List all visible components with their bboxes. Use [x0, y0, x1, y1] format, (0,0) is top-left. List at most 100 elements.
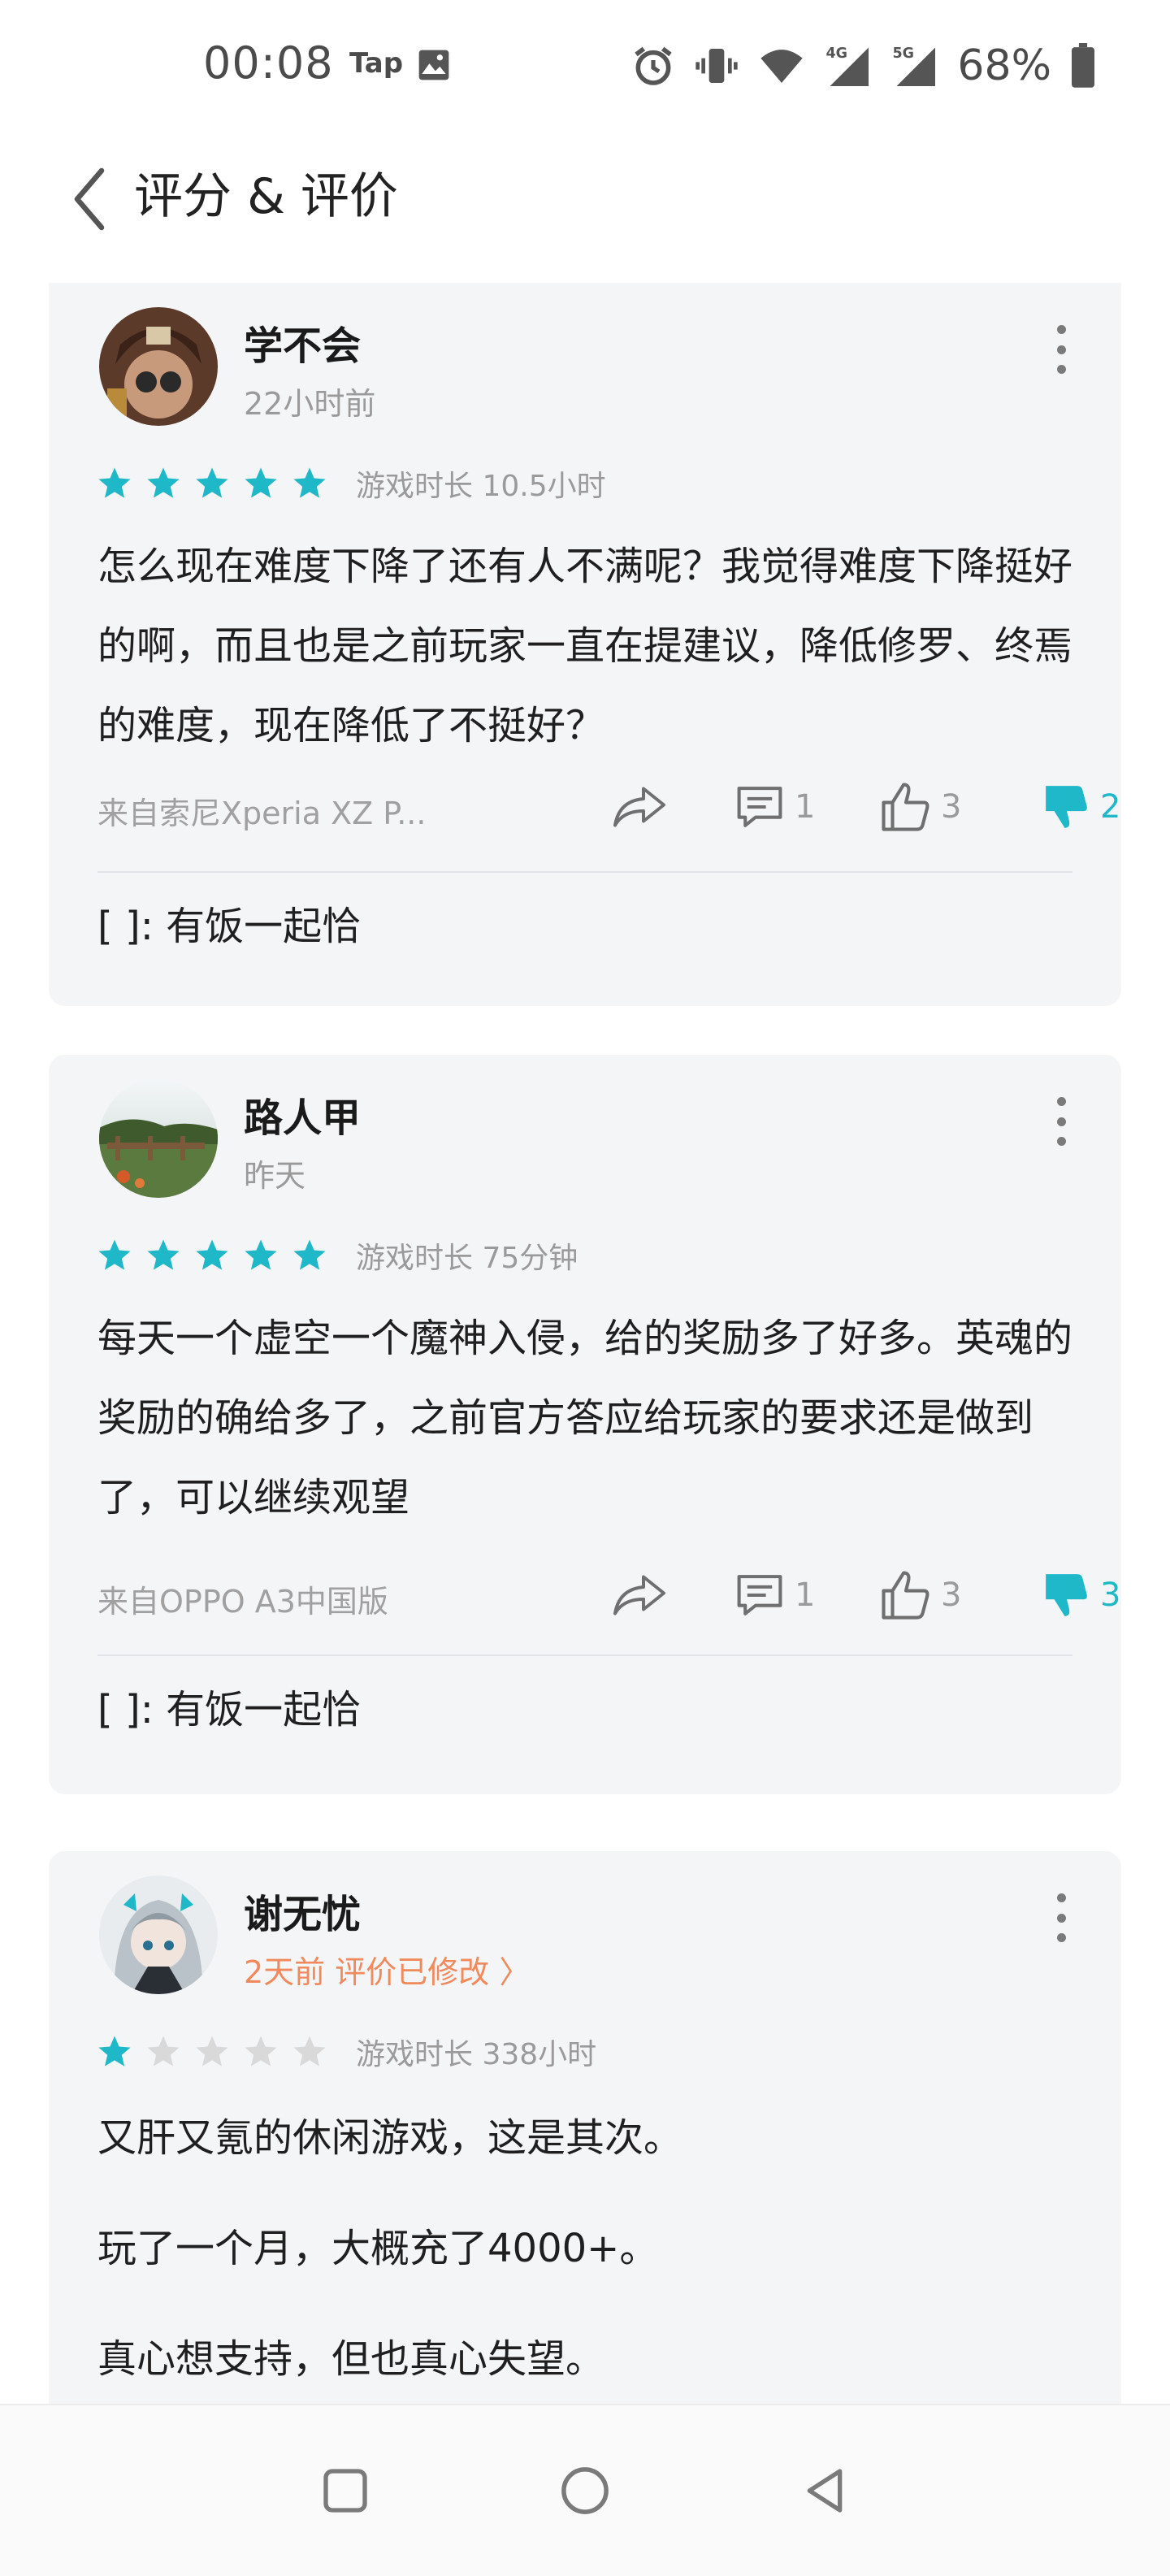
star-empty-icon: [147, 2036, 180, 2066]
thumbs-down-icon: [1046, 786, 1087, 828]
review-text: 每天一个虚空一个魔神入侵，给的奖励多了好多。英魂的奖励的确给多了，之前官方答应给…: [98, 1299, 1072, 1537]
play-time: 游戏时长 10.5小时: [356, 470, 606, 503]
star-rating: 游戏时长 75分钟: [96, 1235, 578, 1276]
dislike-button[interactable]: 2: [1042, 778, 1120, 835]
star-filled-icon: [98, 467, 131, 498]
svg-text:5G: 5G: [893, 46, 915, 62]
signal-5g-icon: 5G: [893, 46, 936, 86]
action-row: 来自OPPO A3中国版 1 3 3: [98, 1559, 1120, 1632]
comment-count: 1: [795, 788, 816, 826]
more-dot: [1056, 325, 1066, 334]
reply-text: : 有饭一起恰: [140, 1687, 362, 1733]
share-icon: [613, 787, 665, 827]
comment-icon: [737, 1575, 782, 1615]
star-filled-icon: [98, 2036, 131, 2066]
share-icon: [613, 1575, 665, 1615]
star-filled-icon: [245, 1239, 277, 1270]
divider: [98, 871, 1072, 873]
reply-author: [ ]: [98, 904, 141, 949]
review-card: 谢无忧 2天前 评价已修改 〉 游戏时长 338小时 又肝又氪的休闲游戏，这是其…: [49, 1851, 1121, 2405]
review-paragraph: 真心想支持，但也真心失望。: [98, 2336, 605, 2382]
review-paragraph: 怎么现在难度下降了还有人不满呢？我觉得难度下降挺好的啊，而且也是之前玩家一直在提…: [98, 544, 1073, 748]
star-filled-icon: [98, 1239, 131, 1270]
svg-text:4G: 4G: [826, 46, 848, 62]
more-dot: [1056, 345, 1066, 354]
play-time: 游戏时长 338小时: [356, 2038, 597, 2071]
action-row: 来自索尼Xperia XZ P... 1 3 2: [98, 770, 1120, 843]
star-rating: 游戏时长 10.5小时: [96, 463, 606, 504]
reply-text: : 有饭一起恰: [140, 904, 362, 949]
vibrate-icon: [696, 49, 739, 83]
back-button[interactable]: [57, 163, 122, 236]
review-paragraph: 玩了一个月，大概充了4000+。: [98, 2226, 659, 2271]
home-button[interactable]: [548, 2454, 622, 2527]
status-time: 00:08: [203, 37, 334, 89]
star-rating: 游戏时长 338小时: [96, 2032, 596, 2072]
comment-button[interactable]: 1: [733, 778, 815, 835]
review-list[interactable]: 学不会 22小时前 游戏时长 10.5小时 怎么现在难度下降了还有人不满呢？我觉…: [0, 268, 1170, 2405]
app-header: 评分 & 评价: [0, 130, 1170, 268]
post-time: 昨天: [244, 1158, 306, 1194]
star-empty-icon: [293, 2036, 326, 2066]
thumbs-up-icon: [882, 1571, 930, 1620]
share-button[interactable]: [611, 778, 668, 835]
like-button[interactable]: 3: [879, 1567, 961, 1624]
thumbs-down-icon: [1046, 1574, 1087, 1616]
review-text: 又肝又氪的休闲游戏，这是其次。 玩了一个月，大概充了4000+。 真心想支持，但…: [98, 2110, 1072, 2387]
home-icon: [561, 2467, 609, 2514]
star-filled-icon: [245, 467, 277, 498]
like-button[interactable]: 3: [879, 778, 961, 835]
device-label: 来自索尼Xperia XZ P...: [98, 796, 427, 831]
dislike-button[interactable]: 3: [1042, 1567, 1120, 1624]
wifi-icon: [760, 50, 804, 83]
status-bar: 00:08 Tap 4G 5G 68%: [0, 0, 1170, 130]
user-name[interactable]: 谢无忧: [244, 1882, 361, 1939]
dislike-count: 2: [1100, 788, 1121, 826]
recents-button[interactable]: [309, 2454, 382, 2527]
image-icon: [418, 50, 449, 80]
avatar[interactable]: [99, 1079, 218, 1198]
system-nav-bar: [0, 2404, 1170, 2576]
star-filled-icon: [147, 1239, 180, 1270]
signal-4g-icon: 4G: [826, 46, 869, 86]
more-dot: [1056, 365, 1066, 374]
status-icons: 4G 5G 68%: [630, 37, 1097, 94]
thumbs-up-icon: [882, 783, 930, 831]
user-name[interactable]: 路人甲: [244, 1086, 361, 1143]
review-card: 路人甲 昨天 游戏时长 75分钟 每天一个虚空一个魔神入侵，给的奖励多了好多。英…: [49, 1055, 1121, 1794]
review-paragraph: 又肝又氪的休闲游戏，这是其次。: [98, 2115, 683, 2161]
more-dot: [1056, 1913, 1066, 1923]
device-label: 来自OPPO A3中国版: [98, 1584, 388, 1620]
tap-app-indicator: Tap: [349, 47, 404, 80]
avatar[interactable]: [99, 307, 218, 426]
post-time-edited-link[interactable]: 2天前 评价已修改 〉: [244, 1947, 530, 1992]
reply-preview[interactable]: [ ]: 有饭一起恰: [98, 894, 361, 951]
share-button[interactable]: [611, 1567, 668, 1624]
more-options-button[interactable]: [1045, 1893, 1077, 1942]
divider: [98, 1654, 1072, 1656]
star-filled-icon: [196, 467, 228, 498]
recents-icon: [323, 2469, 367, 2513]
more-dot: [1056, 1117, 1066, 1126]
page-title: 评分 & 评价: [134, 168, 398, 225]
more-options-button[interactable]: [1045, 325, 1077, 374]
comment-button[interactable]: 1: [733, 1567, 815, 1624]
like-count: 3: [941, 788, 962, 826]
star-filled-icon: [147, 467, 180, 498]
more-options-button[interactable]: [1045, 1097, 1077, 1146]
back-icon: [807, 2469, 843, 2513]
review-text: 怎么现在难度下降了还有人不满呢？我觉得难度下降挺好的啊，而且也是之前玩家一直在提…: [98, 527, 1072, 765]
alarm-icon: [635, 46, 673, 85]
more-dot: [1056, 1893, 1066, 1902]
star-filled-icon: [293, 467, 326, 498]
system-back-button[interactable]: [788, 2454, 861, 2527]
like-count: 3: [941, 1576, 962, 1614]
user-name[interactable]: 学不会: [244, 314, 361, 371]
review-paragraph: 每天一个虚空一个魔神入侵，给的奖励多了好多。英魂的奖励的确给多了，之前官方答应给…: [98, 1316, 1073, 1520]
comment-icon: [737, 787, 782, 827]
avatar[interactable]: [99, 1876, 218, 1994]
star-empty-icon: [196, 2036, 228, 2066]
battery-percent: 68%: [957, 41, 1051, 90]
play-time: 游戏时长 75分钟: [356, 1242, 578, 1275]
reply-preview[interactable]: [ ]: 有饭一起恰: [98, 1677, 361, 1734]
